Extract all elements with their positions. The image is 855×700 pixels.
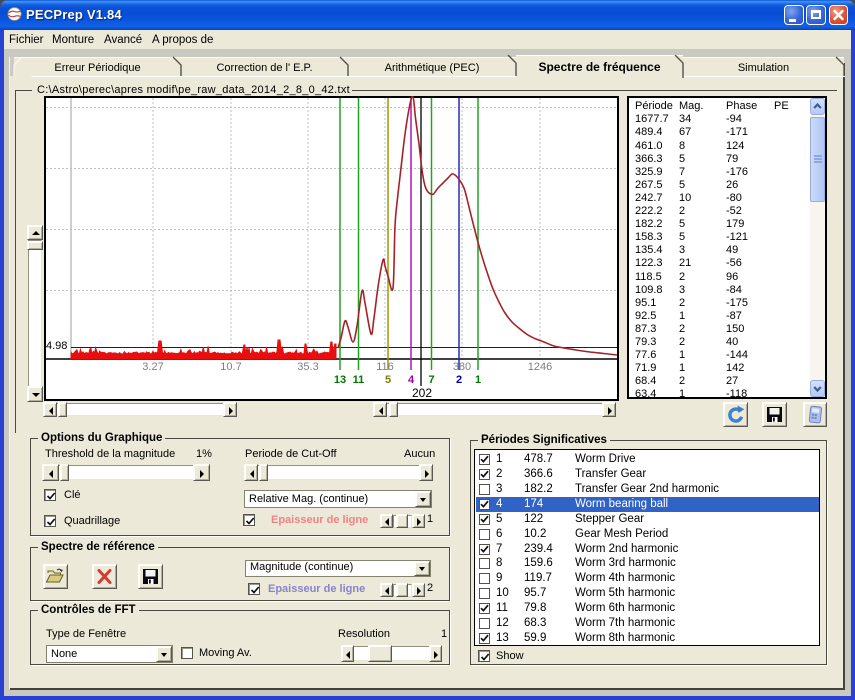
svg-text:Arithmétique (PEC): Arithmétique (PEC) xyxy=(385,62,480,74)
svg-text:1: 1 xyxy=(475,374,481,386)
svg-text:1246: 1246 xyxy=(528,361,552,373)
svg-text:13: 13 xyxy=(334,374,346,386)
svg-text:11: 11 xyxy=(353,374,365,386)
svg-text:4: 4 xyxy=(408,374,415,386)
svg-text:Simulation: Simulation xyxy=(738,62,789,74)
svg-text:116: 116 xyxy=(376,361,394,373)
svg-text:2: 2 xyxy=(456,374,462,386)
svg-text:Correction de l' E.P.: Correction de l' E.P. xyxy=(216,62,312,74)
svg-text:380: 380 xyxy=(453,361,471,373)
svg-text:7: 7 xyxy=(428,374,434,386)
svg-text:35.3: 35.3 xyxy=(297,361,318,373)
svg-text:10.7: 10.7 xyxy=(220,361,241,373)
svg-text:202: 202 xyxy=(412,386,432,400)
svg-text:Spectre de fréquence: Spectre de fréquence xyxy=(538,60,660,74)
svg-text:5: 5 xyxy=(385,374,391,386)
svg-text:Erreur Périodique: Erreur Périodique xyxy=(54,62,140,74)
svg-text:3.27: 3.27 xyxy=(142,361,163,373)
